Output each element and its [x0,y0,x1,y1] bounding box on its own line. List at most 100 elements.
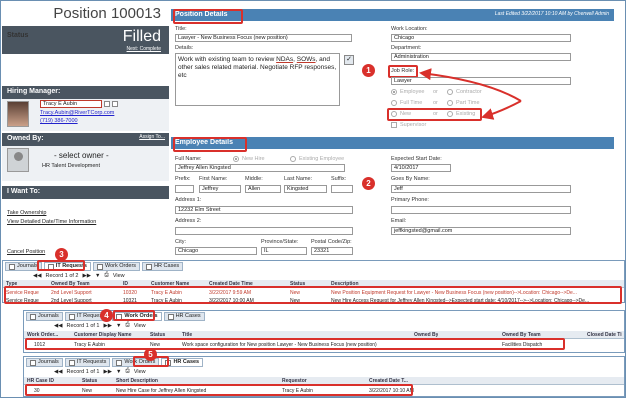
zip-field[interactable]: 23321 [311,247,353,255]
existing-employee-label: Existing Employee [299,156,345,162]
tab-journals[interactable]: Journals [26,358,63,367]
hr-case-icon [167,313,174,320]
grid1-tabs: Journals IT Requests Work Orders HR Case… [5,262,184,271]
view-button[interactable]: View [113,273,125,279]
tab-hr-cases[interactable]: HR Cases [163,312,205,321]
filter-icon[interactable]: ▼ [116,323,121,329]
last-name-field[interactable]: Kingsted [284,185,327,193]
email-field[interactable]: jeffkingsted@gmail.com [391,227,571,235]
first-record-icon[interactable]: ◀◀ [54,369,62,375]
i-want-to-header: I Want To: [2,186,169,199]
middle-label: Middle: [245,176,263,182]
goes-by-field[interactable]: Jeff [391,185,571,193]
filter-icon[interactable]: ▼ [95,273,100,279]
view-button[interactable]: View [134,369,146,375]
hiring-manager-header: Hiring Manager: [2,86,169,99]
cancel-position-link[interactable]: Cancel Position [7,249,45,255]
print-icon[interactable]: ⎙ [125,368,129,375]
view-datetime-link[interactable]: View Detailed Date/Time Information [7,219,96,225]
request-icon [68,359,75,366]
address2-label: Address 2: [175,218,202,224]
it-requests-tab-highlight [37,260,85,271]
first-name-label: First Name: [199,176,228,182]
print-icon[interactable]: ⎙ [104,272,108,279]
state-field[interactable]: IL [261,247,307,255]
department-select[interactable]: Administration [391,53,571,61]
prefix-field[interactable] [175,185,194,193]
grid3-tabs: Journals IT Requests Work Orders HR Case… [26,358,204,367]
existing-employee-radio[interactable] [290,156,296,162]
owner-team: HR Talent Development [42,163,100,169]
it-requests-rows-highlight [4,286,622,304]
hr-cases-row-highlight [25,384,413,396]
view-button[interactable]: View [134,323,146,329]
callout-badge-2: 2 [362,177,375,190]
callout-badge-1: 1 [362,64,375,77]
full-name-field[interactable]: Jeffrey Allen Kingsted [175,164,345,172]
tab-hr-cases[interactable]: HR Cases [142,262,184,271]
work-orders-tab-highlight [113,310,155,321]
left-panel: Position 100013 Status Filled Next: Comp… [2,2,169,259]
hiring-manager-field[interactable]: Tracy E Aubin [40,100,102,108]
app-window: Position 100013 Status Filled Next: Comp… [0,0,626,398]
tab-work-orders[interactable]: Work Orders [92,262,141,271]
hiring-manager-avatar [7,101,29,127]
phone-field[interactable] [391,206,571,214]
next-record-icon[interactable]: ▶▶ [104,369,112,375]
grid2-toolbar: ◀◀ Record 1 of 1 ▶▶ ▼ ⎙ View [54,321,146,330]
employee-details-highlight [173,137,247,152]
email-label: Email: [391,218,407,224]
city-field[interactable]: Chicago [175,247,257,255]
lookup-icon[interactable] [104,101,110,107]
assign-to-link[interactable]: Assign To... [139,134,165,140]
clear-icon[interactable] [112,101,118,107]
highlight-box [173,9,243,24]
hiring-manager-phone[interactable]: (719) 386-7000 [40,118,78,124]
address2-field[interactable] [175,227,353,235]
work-order-icon [116,359,123,366]
annotation-arrows [419,68,522,120]
next-record-icon[interactable]: ▶▶ [83,273,91,279]
next-status-link[interactable]: Next: Complete [127,46,161,52]
department-label: Department: [391,45,422,51]
journal-icon [30,313,36,320]
phone-label: Primary Phone: [391,197,429,203]
callout-badge-5: 5 [144,348,157,361]
work-location-field[interactable]: Chicago [391,34,571,42]
details-label: Details: [175,45,194,51]
last-edited: Last Edited 3/22/2017 10:10 AM by Cherwe… [494,11,609,17]
suffix-field[interactable] [331,185,353,193]
full-name-label: Full Name: [175,156,202,162]
filter-icon[interactable]: ▼ [116,369,121,375]
title-field[interactable]: Lawyer - New Business Focus (new positio… [175,34,352,42]
first-record-icon[interactable]: ◀◀ [33,273,41,279]
first-record-icon[interactable]: ◀◀ [54,323,62,329]
address1-field[interactable]: 12232 Elm Street [175,206,353,214]
hiring-manager-email[interactable]: Tracy.Aubin@RiverTCorp.com [40,110,114,116]
callout-badge-3: 3 [55,248,68,261]
journal-icon [30,359,36,366]
select-owner[interactable]: - select owner - [54,151,109,160]
next-record-icon[interactable]: ▶▶ [104,323,112,329]
zip-label: Postal Code/Zip: [311,239,352,245]
new-hire-radio[interactable] [233,156,239,162]
callout-badge-4: 4 [100,309,113,322]
spellcheck-icon[interactable]: ✓ [344,55,354,65]
take-ownership-link[interactable]: Take Ownership [7,210,46,216]
start-date-label: Expected Start Date: [391,156,442,162]
middle-field[interactable]: Allen [245,185,281,193]
owned-by-label: Owned By: [7,135,44,142]
owned-by-header: Owned By: Assign To... [2,133,169,146]
first-name-field[interactable]: Jeffrey [199,185,241,193]
print-icon[interactable]: ⎙ [125,322,129,329]
col-closed-date: Closed Date Ti [587,332,622,338]
details-textarea[interactable]: Work with existing team to review NDAs, … [175,53,340,106]
hr-case-icon [146,263,153,270]
city-label: City: [175,239,186,245]
tab-journals[interactable]: Journals [26,312,63,321]
tab-it-requests[interactable]: IT Requests [64,358,111,367]
start-date-field[interactable]: 4/10/2017 [391,164,451,172]
new-hire-label: New Hire [242,156,265,162]
grid3-toolbar: ◀◀ Record 1 of 1 ▶▶ ▼ ⎙ View [54,367,146,376]
work-order-icon [96,263,103,270]
